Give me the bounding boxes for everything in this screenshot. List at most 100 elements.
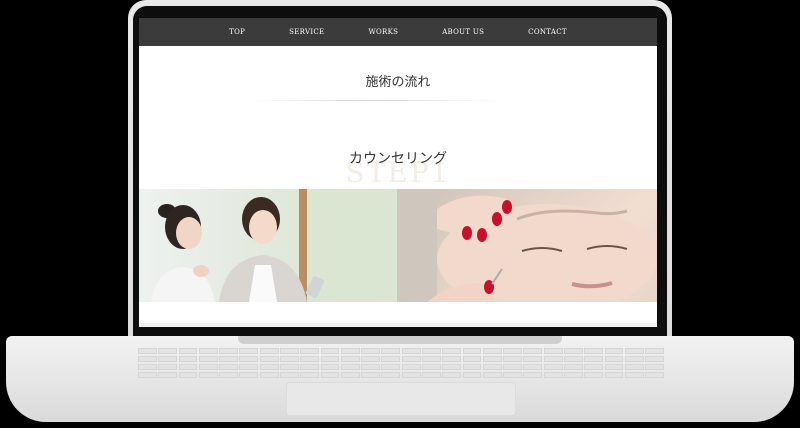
keyboard-key	[584, 363, 604, 371]
keyboard-key	[381, 371, 401, 378]
keyboard-key	[300, 363, 320, 371]
keyboard-key	[523, 363, 543, 371]
keyboard-key	[219, 371, 238, 378]
keyboard-key	[158, 355, 178, 363]
treatment-photo	[397, 189, 657, 302]
keyboard-key	[442, 355, 462, 363]
keyboard-key	[422, 355, 441, 363]
nav-item-top[interactable]: TOP	[229, 28, 245, 36]
keyboard-key	[198, 363, 218, 371]
keyboard-key	[604, 355, 624, 363]
keyboard-key	[138, 348, 157, 355]
counseling-illustration	[151, 189, 397, 302]
keyboard-key	[462, 371, 482, 378]
keyboard-key	[564, 363, 583, 371]
nav-item-about-us[interactable]: ABOUT US	[442, 28, 484, 36]
keyboard-key	[340, 348, 360, 355]
keyboard-key	[645, 348, 664, 355]
keyboard-key	[239, 363, 259, 371]
treatment-illustration	[397, 189, 657, 302]
keyboard-key	[340, 371, 360, 378]
keyboard-key	[604, 363, 624, 371]
nav-item-contact[interactable]: CONTACT	[528, 28, 567, 36]
keyboard-key	[219, 363, 238, 371]
keyboard-key	[482, 355, 502, 363]
keyboard-key	[340, 355, 360, 363]
keyboard-key	[401, 371, 421, 378]
keyboard-key	[381, 363, 401, 371]
nav-item-service[interactable]: SERVICE	[289, 28, 324, 36]
keyboard-key	[624, 363, 644, 371]
keyboard-key	[219, 348, 238, 355]
keyboard-key	[564, 371, 583, 378]
keyboard-key	[523, 371, 543, 378]
keyboard-key	[361, 348, 380, 355]
keyboard-key	[543, 363, 563, 371]
laptop-hinge	[238, 336, 562, 344]
keyboard-key	[584, 371, 604, 378]
keyboard-key	[178, 363, 198, 371]
keyboard-key	[543, 371, 563, 378]
keyboard-key	[219, 355, 238, 363]
keyboard-key	[584, 348, 604, 355]
keyboard-key	[198, 348, 218, 355]
page-title: 施術の流れ	[365, 75, 431, 90]
keyboard-key	[239, 371, 259, 378]
keyboard	[138, 348, 664, 378]
keyboard-key	[503, 371, 522, 378]
keyboard-key	[564, 355, 583, 363]
keyboard-key	[482, 371, 502, 378]
keyboard-key	[158, 363, 178, 371]
keyboard-key	[564, 348, 583, 355]
keyboard-key	[259, 355, 279, 363]
keyboard-key	[320, 363, 340, 371]
site-nav: TOP SERVICE WORKS ABOUT US CONTACT	[139, 18, 657, 46]
keyboard-key	[320, 371, 340, 378]
keyboard-key	[259, 371, 279, 378]
keyboard-key	[320, 348, 340, 355]
keyboard-key	[645, 371, 664, 378]
keyboard-key	[543, 355, 563, 363]
keyboard-key	[422, 363, 441, 371]
keyboard-key	[138, 363, 157, 371]
keyboard-key	[482, 363, 502, 371]
keyboard-key	[300, 371, 320, 378]
keyboard-key	[604, 371, 624, 378]
keyboard-key	[624, 371, 644, 378]
keyboard-key	[300, 355, 320, 363]
keyboard-key	[280, 348, 299, 355]
keyboard-key	[462, 348, 482, 355]
keyboard-key	[422, 371, 441, 378]
keyboard-key	[442, 348, 462, 355]
nav-item-works[interactable]: WORKS	[368, 28, 398, 36]
trackpad	[286, 382, 516, 416]
keyboard-key	[401, 348, 421, 355]
keyboard-key	[158, 371, 178, 378]
keyboard-key	[624, 348, 644, 355]
keyboard-key	[300, 348, 320, 355]
keyboard-key	[503, 348, 522, 355]
keyboard-key	[138, 371, 157, 378]
keyboard-key	[422, 348, 441, 355]
keyboard-key	[381, 355, 401, 363]
keyboard-key	[239, 355, 259, 363]
keyboard-key	[503, 363, 522, 371]
keyboard-key	[138, 355, 157, 363]
keyboard-key	[320, 355, 340, 363]
keyboard-key	[198, 371, 218, 378]
keyboard-key	[503, 355, 522, 363]
keyboard-key	[543, 348, 563, 355]
keyboard-key	[158, 348, 178, 355]
keyboard-key	[645, 363, 664, 371]
keyboard-key	[259, 348, 279, 355]
keyboard-key	[442, 363, 462, 371]
keyboard-key	[239, 348, 259, 355]
keyboard-key	[624, 355, 644, 363]
counseling-photo	[139, 189, 397, 302]
keyboard-key	[604, 348, 624, 355]
keyboard-key	[645, 355, 664, 363]
keyboard-key	[523, 348, 543, 355]
keyboard-key	[280, 355, 299, 363]
keyboard-key	[259, 363, 279, 371]
keyboard-key	[178, 371, 198, 378]
